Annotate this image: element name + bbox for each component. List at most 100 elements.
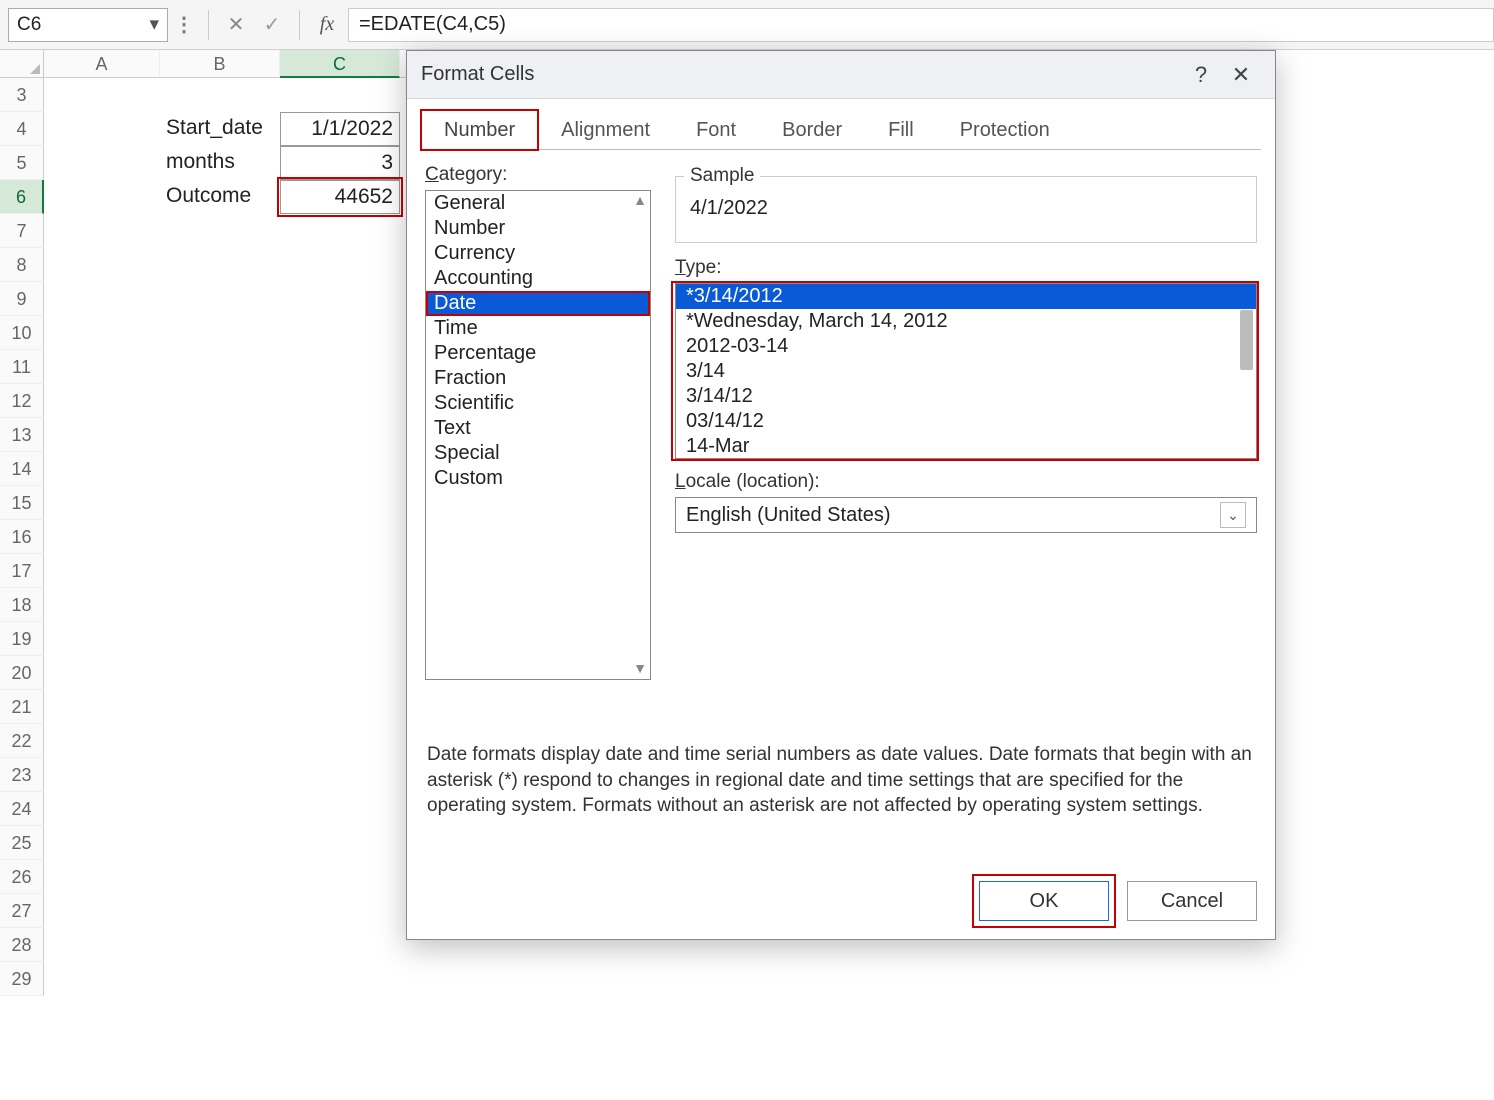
cell-B6[interactable]: Outcome [160, 180, 280, 214]
cell-A19[interactable] [44, 622, 160, 656]
row-header-20[interactable]: 20 [0, 656, 44, 690]
type-item[interactable]: *Wednesday, March 14, 2012 [676, 309, 1256, 334]
category-item-scientific[interactable]: Scientific [426, 391, 650, 416]
category-item-percentage[interactable]: Percentage [426, 341, 650, 366]
cell-C17[interactable] [280, 554, 400, 588]
type-listbox[interactable]: *3/14/2012*Wednesday, March 14, 20122012… [675, 283, 1257, 459]
fx-icon[interactable]: fx [312, 10, 342, 40]
cell-C24[interactable] [280, 792, 400, 826]
column-header-A[interactable]: A [44, 50, 160, 78]
row-header-26[interactable]: 26 [0, 860, 44, 894]
cell-A17[interactable] [44, 554, 160, 588]
cell-B8[interactable] [160, 248, 280, 282]
cell-B15[interactable] [160, 486, 280, 520]
cell-C13[interactable] [280, 418, 400, 452]
cell-A26[interactable] [44, 860, 160, 894]
category-listbox[interactable]: ▲ ▼ GeneralNumberCurrencyAccountingDateT… [425, 190, 651, 680]
row-header-17[interactable]: 17 [0, 554, 44, 588]
close-icon[interactable]: ✕ [1221, 62, 1261, 88]
cell-B13[interactable] [160, 418, 280, 452]
dialog-titlebar[interactable]: Format Cells ? ✕ [407, 51, 1275, 99]
category-item-general[interactable]: General [426, 191, 650, 216]
help-icon[interactable]: ? [1181, 62, 1221, 88]
type-item[interactable]: 2012-03-14 [676, 334, 1256, 359]
cell-C23[interactable] [280, 758, 400, 792]
cell-A20[interactable] [44, 656, 160, 690]
type-item[interactable]: 03/14/12 [676, 409, 1256, 434]
cell-A10[interactable] [44, 316, 160, 350]
select-all-corner[interactable] [0, 50, 44, 78]
row-header-24[interactable]: 24 [0, 792, 44, 826]
tab-border[interactable]: Border [759, 110, 865, 150]
row-header-5[interactable]: 5 [0, 146, 44, 180]
type-item[interactable]: *3/14/2012 [676, 284, 1256, 309]
category-item-currency[interactable]: Currency [426, 241, 650, 266]
cell-A22[interactable] [44, 724, 160, 758]
scroll-down-icon[interactable]: ▼ [632, 661, 648, 677]
cell-A14[interactable] [44, 452, 160, 486]
cell-C3[interactable] [280, 78, 400, 112]
row-header-10[interactable]: 10 [0, 316, 44, 350]
cell-A3[interactable] [44, 78, 160, 112]
cell-B12[interactable] [160, 384, 280, 418]
cell-B11[interactable] [160, 350, 280, 384]
row-header-29[interactable]: 29 [0, 962, 44, 996]
cell-A11[interactable] [44, 350, 160, 384]
cell-B10[interactable] [160, 316, 280, 350]
cell-B16[interactable] [160, 520, 280, 554]
cell-B25[interactable] [160, 826, 280, 860]
row-header-7[interactable]: 7 [0, 214, 44, 248]
name-box[interactable]: C6 ▾ [8, 8, 168, 42]
cell-A13[interactable] [44, 418, 160, 452]
category-item-text[interactable]: Text [426, 416, 650, 441]
type-item[interactable]: 3/14 [676, 359, 1256, 384]
cell-B18[interactable] [160, 588, 280, 622]
tab-font[interactable]: Font [673, 110, 759, 150]
row-header-4[interactable]: 4 [0, 112, 44, 146]
cell-B21[interactable] [160, 690, 280, 724]
tab-alignment[interactable]: Alignment [538, 110, 673, 150]
cell-A8[interactable] [44, 248, 160, 282]
cell-B9[interactable] [160, 282, 280, 316]
tab-number[interactable]: Number [421, 110, 538, 150]
cell-A7[interactable] [44, 214, 160, 248]
column-header-B[interactable]: B [160, 50, 280, 78]
row-header-22[interactable]: 22 [0, 724, 44, 758]
cell-C12[interactable] [280, 384, 400, 418]
cell-C25[interactable] [280, 826, 400, 860]
cell-C10[interactable] [280, 316, 400, 350]
cell-A5[interactable] [44, 146, 160, 180]
cell-B24[interactable] [160, 792, 280, 826]
cell-A6[interactable] [44, 180, 160, 214]
cell-A9[interactable] [44, 282, 160, 316]
row-header-27[interactable]: 27 [0, 894, 44, 928]
cancel-button[interactable]: Cancel [1127, 881, 1257, 921]
category-item-number[interactable]: Number [426, 216, 650, 241]
cell-C18[interactable] [280, 588, 400, 622]
cell-B17[interactable] [160, 554, 280, 588]
row-header-28[interactable]: 28 [0, 928, 44, 962]
cell-C29[interactable] [280, 962, 400, 996]
row-header-18[interactable]: 18 [0, 588, 44, 622]
tab-fill[interactable]: Fill [865, 110, 937, 150]
cell-C20[interactable] [280, 656, 400, 690]
row-header-11[interactable]: 11 [0, 350, 44, 384]
cell-A28[interactable] [44, 928, 160, 962]
cell-A18[interactable] [44, 588, 160, 622]
cell-B23[interactable] [160, 758, 280, 792]
ok-button[interactable]: OK [979, 881, 1109, 921]
cell-B29[interactable] [160, 962, 280, 996]
category-item-time[interactable]: Time [426, 316, 650, 341]
row-header-14[interactable]: 14 [0, 452, 44, 486]
cell-C11[interactable] [280, 350, 400, 384]
category-item-accounting[interactable]: Accounting [426, 266, 650, 291]
cell-B26[interactable] [160, 860, 280, 894]
category-item-fraction[interactable]: Fraction [426, 366, 650, 391]
cell-C22[interactable] [280, 724, 400, 758]
cell-C15[interactable] [280, 486, 400, 520]
column-header-C[interactable]: C [280, 50, 400, 78]
row-header-23[interactable]: 23 [0, 758, 44, 792]
cell-B5[interactable]: months [160, 146, 280, 180]
cell-A21[interactable] [44, 690, 160, 724]
cell-C4[interactable]: 1/1/2022 [280, 112, 400, 146]
